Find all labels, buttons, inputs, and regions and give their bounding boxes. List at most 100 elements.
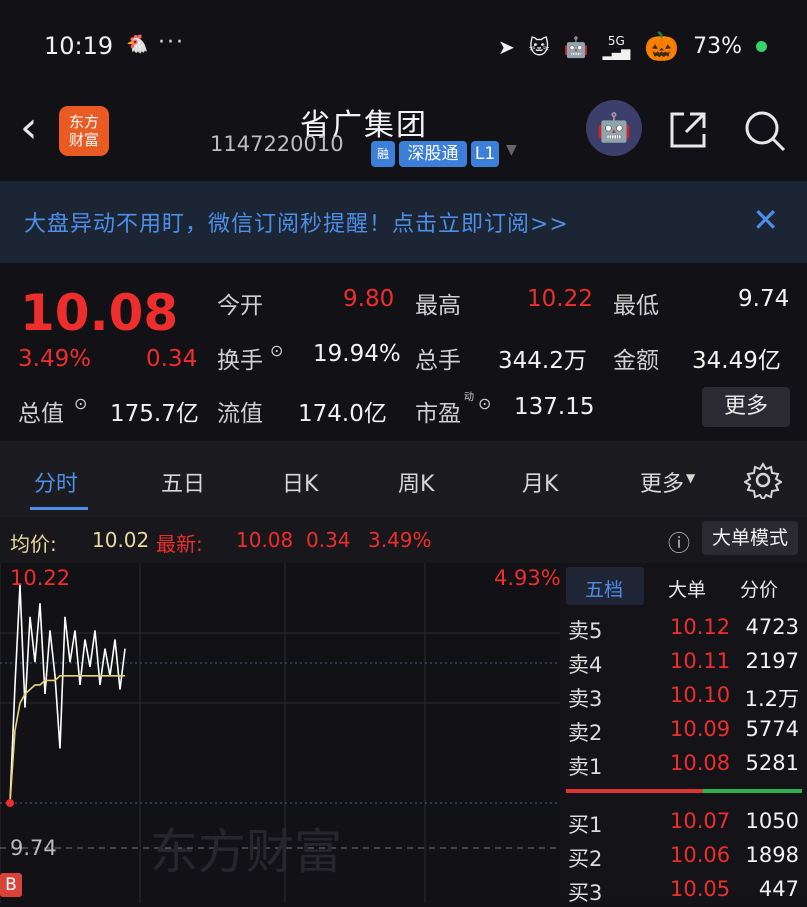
assistant-robot-icon[interactable]: 🤖 [586,100,642,156]
app-logo[interactable]: 东方 财富 [59,106,109,156]
level-price: 10.09 [670,717,731,741]
margin-tag: 融 [371,141,395,167]
level-label: 卖4 [568,653,603,677]
more-notifications-icon: ··· [158,30,185,55]
ask-row[interactable]: 卖2 10.09 5774 [560,713,807,747]
open-label: 今开 [217,293,263,319]
low-label: 最低 [613,293,659,319]
status-time: 10:19 [44,32,114,60]
watermark: 东方财富 [150,824,342,880]
level-tag: L1 [471,141,499,167]
amount-label: 金额 [613,348,659,374]
location-icon: ➤ [498,34,515,59]
battery-dot-icon [756,41,767,52]
float-label: 流值 [217,401,263,427]
tab-more[interactable]: 更多 [640,466,684,498]
chart-svg: 东方财富 [0,563,560,903]
level-qty: 1.2万 [744,687,799,711]
level-label: 卖1 [568,755,603,779]
change-amount: 0.34 [146,346,198,372]
avg-label: 均价: [10,532,57,556]
battery-level: 73% [693,34,742,59]
level-qty: 2197 [745,649,799,673]
avg-value: 10.02 [92,528,150,552]
latest-value: 10.08 [236,528,294,552]
chart-low-label: 9.74 [10,836,57,860]
high-label: 最高 [415,293,461,319]
ask-row[interactable]: 卖4 10.11 2197 [560,645,807,679]
ask-row[interactable]: 卖1 10.08 5281 [560,747,807,781]
tab-daily-k[interactable]: 日K [282,466,318,498]
info-icon[interactable]: ⊙ [270,341,283,360]
level-price: 10.08 [670,751,731,775]
connect-tag: 深股通 [399,141,467,167]
tab-big-order[interactable]: 大单 [668,575,706,602]
chart-tabs: 分时 五日 日K 周K 月K 更多 ▼ [0,441,807,517]
tab-intraday[interactable]: 分时 [34,466,78,498]
intraday-chart[interactable]: 东方财富 10.22 4.93% 9.74 B [0,563,561,903]
ask-row[interactable]: 卖5 10.12 4723 [560,611,807,645]
info-icon[interactable]: ⊙ [478,394,491,413]
mktcap-value: 175.7亿 [110,401,199,427]
open-point [6,799,14,807]
chevron-down-icon[interactable]: ▼ [506,142,517,158]
chart-pct-label: 4.93% [494,566,561,590]
amount-value: 34.49亿 [692,348,781,374]
tab-price-split[interactable]: 分价 [740,575,778,602]
level-qty: 1898 [745,843,799,867]
level-price: 10.07 [670,809,731,833]
latest-label: 最新: [156,532,203,556]
avg-change: 0.34 [306,528,351,552]
avg-change-pct: 3.49% [368,528,432,552]
tab-five-level[interactable]: 五档 [585,575,623,602]
tab-monthly-k[interactable]: 月K [522,466,558,498]
subscribe-banner[interactable]: 大盘异动不用盯，微信订阅秒提醒！点击立即订阅>> ✕ [0,181,807,263]
help-icon[interactable]: ⓘ [668,526,690,558]
chart-high-label: 10.22 [10,566,71,590]
chevron-down-icon[interactable]: ▼ [686,471,695,485]
level-price: 10.11 [670,649,731,673]
gear-icon[interactable] [744,461,782,499]
level-label: 卖3 [568,687,603,711]
ask-row[interactable]: 卖3 10.10 1.2万 [560,679,807,713]
banner-text[interactable]: 大盘异动不用盯，微信订阅秒提醒！点击立即订阅>> [24,206,569,238]
logo-text: 财富 [68,131,99,149]
status-bar: 10:19 🐔 ··· ➤ 🐱 🤖 5G ▂▄▆ 🎃 73% [0,0,807,96]
search-icon[interactable] [742,108,788,154]
level-qty: 1050 [745,809,799,833]
app-notification-icon: 🐔 [126,34,149,55]
float-value: 174.0亿 [298,401,387,427]
bid-row[interactable]: 买3 10.05 447 [560,873,807,907]
turnover-label: 换手 [217,348,263,374]
b-marker[interactable]: B [0,873,22,897]
share-icon[interactable] [666,108,710,152]
app-icon: 🤖 [563,34,589,59]
more-quote-button[interactable]: 更多 [702,387,790,427]
bid-row[interactable]: 买2 10.06 1898 [560,839,807,873]
back-icon[interactable]: ‹ [20,106,38,150]
level-price: 10.10 [670,683,731,707]
big-order-mode-button[interactable]: 大单模式 [702,521,798,555]
level-price: 10.12 [670,615,731,639]
info-icon[interactable]: ⊙ [74,394,87,413]
pe-value: 137.15 [514,394,595,420]
level-qty: 4723 [745,615,799,639]
close-icon[interactable]: ✕ [752,201,779,239]
pumpkin-icon: 🎃 [644,30,680,63]
tab-five-day[interactable]: 五日 [161,466,205,498]
turnover-value: 19.94% [313,341,401,367]
avg-price-line [9,675,125,804]
current-price: 10.08 [20,284,179,342]
open-value: 9.80 [343,286,395,312]
level-qty: 5774 [745,717,799,741]
level-label: 买1 [568,813,603,837]
app-icon: 🐱 [528,34,550,59]
volume-value: 344.2万 [498,348,587,374]
bid-row[interactable]: 买1 10.07 1050 [560,805,807,839]
order-book-tabs: 五档 大单 分价 [560,563,807,609]
level-label: 卖2 [568,721,603,745]
tab-weekly-k[interactable]: 周K [398,466,434,498]
volume-label: 总手 [415,348,461,374]
average-row: 均价: 10.02 最新: 10.08 0.34 3.49% ⓘ [0,517,807,563]
bid-ask-bar [566,789,802,793]
